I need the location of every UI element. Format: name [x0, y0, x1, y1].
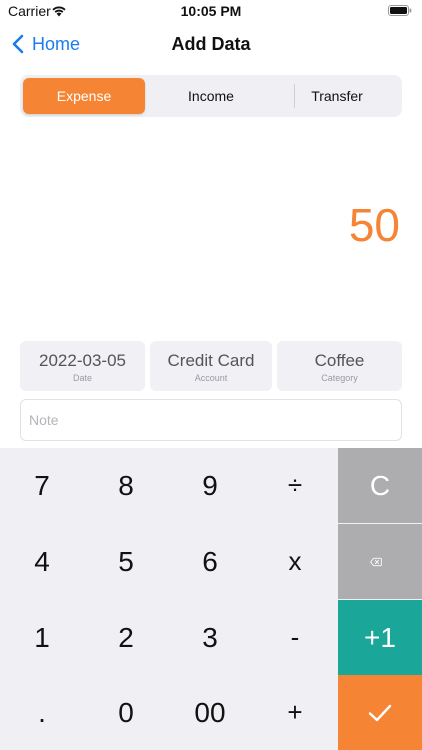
back-label: Home — [32, 33, 81, 54]
back-button[interactable]: Home — [12, 33, 80, 55]
key-1[interactable]: 1 — [0, 600, 84, 675]
status-time: 10:05 PM — [180, 3, 242, 19]
key-4[interactable]: 4 — [0, 524, 84, 599]
account-value: Credit Card — [167, 351, 255, 370]
status-bar: Carrier 10:05 PM — [0, 0, 422, 24]
key-divide[interactable]: ÷ — [253, 448, 337, 523]
backspace-button[interactable] — [338, 524, 422, 599]
backspace-icon — [370, 557, 382, 566]
key-3[interactable]: 3 — [168, 600, 252, 675]
keypad: 7 8 9 ÷ 4 5 6 x 1 2 3 - . 0 00 + C +1 — [0, 448, 422, 750]
account-label: Account — [194, 373, 228, 383]
category-value: Coffee — [314, 351, 365, 370]
tab-income[interactable]: Income — [148, 78, 274, 114]
key-subtract[interactable]: - — [253, 600, 337, 675]
category-card[interactable]: Coffee Category — [277, 341, 402, 391]
key-multiply[interactable]: x — [253, 524, 337, 599]
key-add[interactable]: + — [253, 675, 337, 750]
key-7[interactable]: 7 — [0, 448, 84, 523]
account-card[interactable]: Credit Card Account — [150, 341, 272, 391]
key-5[interactable]: 5 — [84, 524, 168, 599]
checkmark-icon — [368, 704, 392, 721]
key-0[interactable]: 0 — [84, 675, 168, 750]
confirm-button[interactable] — [338, 675, 422, 750]
nav-bar: Home Add Data — [0, 24, 422, 64]
plus-one-button[interactable]: +1 — [338, 600, 422, 675]
key-9[interactable]: 9 — [168, 448, 252, 523]
date-card[interactable]: 2022-03-05 Date — [20, 341, 145, 391]
tab-expense[interactable]: Expense — [23, 78, 145, 114]
category-label: Category — [321, 373, 358, 383]
clear-button[interactable]: C — [338, 448, 422, 523]
key-2[interactable]: 2 — [84, 600, 168, 675]
type-segmented-control: Expense Income Transfer — [20, 75, 402, 117]
key-8[interactable]: 8 — [84, 448, 168, 523]
tab-transfer[interactable]: Transfer — [275, 78, 399, 114]
key-decimal[interactable]: . — [0, 675, 84, 750]
battery-icon — [388, 5, 412, 16]
date-label: Date — [72, 373, 92, 383]
key-00[interactable]: 00 — [168, 675, 252, 750]
amount-display: 50 — [348, 199, 400, 251]
chevron-left-icon — [12, 34, 24, 54]
date-value: 2022-03-05 — [39, 351, 126, 370]
note-input[interactable] — [20, 399, 402, 441]
key-6[interactable]: 6 — [168, 524, 252, 599]
